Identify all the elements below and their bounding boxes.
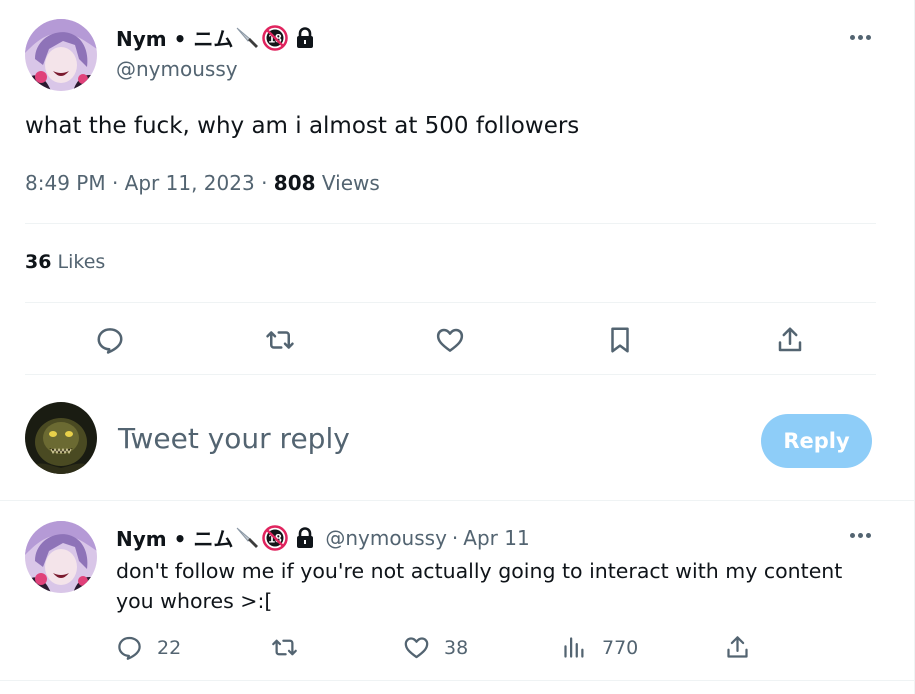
likes-label: Likes <box>57 251 106 273</box>
reply-like-button[interactable]: 38 <box>403 634 468 661</box>
retweet-icon <box>266 331 294 349</box>
view-count: 770 <box>602 636 639 659</box>
reply-share-button[interactable] <box>724 634 751 661</box>
like-button[interactable] <box>435 325 465 355</box>
meta-separator: · <box>261 171 268 195</box>
more-icon <box>850 533 855 538</box>
more-icon-dot <box>866 533 871 538</box>
likes-count: 36 <box>25 251 52 273</box>
author-name-row[interactable]: Nym • ニム 18 <box>116 23 316 52</box>
divider <box>0 500 915 501</box>
author-display-name[interactable]: Nym • ニム <box>116 23 233 52</box>
age-18-badge-icon: 18 <box>262 24 289 51</box>
divider <box>25 302 876 303</box>
more-options-button[interactable] <box>850 35 871 40</box>
reply-icon <box>118 636 141 660</box>
like-count: 38 <box>444 636 469 659</box>
author-handle[interactable]: @nymoussy <box>116 57 238 81</box>
views-count: 808 <box>273 171 316 195</box>
tweet-detail-page: Nym • ニム 18 @nymoussy what the fuck, why… <box>0 0 915 694</box>
reply-tweet-text: don't follow me if you're not actually g… <box>116 559 843 613</box>
likes-stat[interactable]: 36 Likes <box>25 251 105 273</box>
reply-count: 22 <box>157 636 182 659</box>
reply-more-options-button[interactable] <box>850 533 871 538</box>
reply-reply-button[interactable]: 22 <box>116 634 181 661</box>
reply-input[interactable]: Tweet your reply <box>118 422 350 455</box>
meta-separator: · <box>111 171 119 195</box>
reply-author-name-row[interactable]: Nym • ニム 18 @nymoussy · Apr 11 <box>116 523 530 552</box>
more-icon-dot <box>858 35 863 40</box>
current-user-avatar[interactable] <box>25 402 97 474</box>
reply-views-button[interactable]: 770 <box>561 634 638 661</box>
like-icon <box>436 328 464 352</box>
reply-author-avatar[interactable] <box>25 521 97 593</box>
divider <box>0 680 915 681</box>
reply-author-handle[interactable]: @nymoussy <box>325 526 447 550</box>
bookmark-button[interactable] <box>605 325 635 355</box>
lock-icon <box>294 526 316 550</box>
retweet-button[interactable] <box>265 325 295 355</box>
share-button[interactable] <box>775 325 805 355</box>
tweet-text: what the fuck, why am i almost at 500 fo… <box>25 113 580 139</box>
reply-icon <box>97 328 123 354</box>
more-icon-dot <box>858 533 863 538</box>
reply-date[interactable]: Apr 11 <box>463 526 529 550</box>
more-icon-dot <box>866 35 871 40</box>
divider <box>25 374 876 375</box>
like-icon <box>404 637 429 659</box>
divider <box>25 223 876 224</box>
share-icon <box>727 636 748 658</box>
knife-icon <box>234 25 260 51</box>
tweet-time[interactable]: 8:49 PM <box>25 171 106 195</box>
lock-icon <box>294 26 316 50</box>
views-label: Views <box>321 171 380 195</box>
bookmark-icon <box>611 327 629 353</box>
retweet-icon <box>272 639 297 656</box>
tweet-meta: 8:49 PM · Apr 11, 2023 · 808 Views <box>25 171 380 195</box>
reply-button[interactable] <box>95 325 125 355</box>
more-icon <box>850 35 855 40</box>
knife-icon <box>234 525 260 551</box>
reply-submit-button[interactable]: Reply <box>761 414 872 468</box>
tweet-date[interactable]: Apr 11, 2023 <box>125 171 255 195</box>
reply-retweet-button[interactable] <box>271 634 312 661</box>
share-icon <box>778 327 802 352</box>
reply-author-display-name[interactable]: Nym • ニム <box>116 523 233 552</box>
reply-meta-separator: · <box>451 525 459 550</box>
views-icon <box>564 637 584 658</box>
author-avatar[interactable] <box>25 19 97 91</box>
age-18-badge-icon: 18 <box>262 524 289 551</box>
